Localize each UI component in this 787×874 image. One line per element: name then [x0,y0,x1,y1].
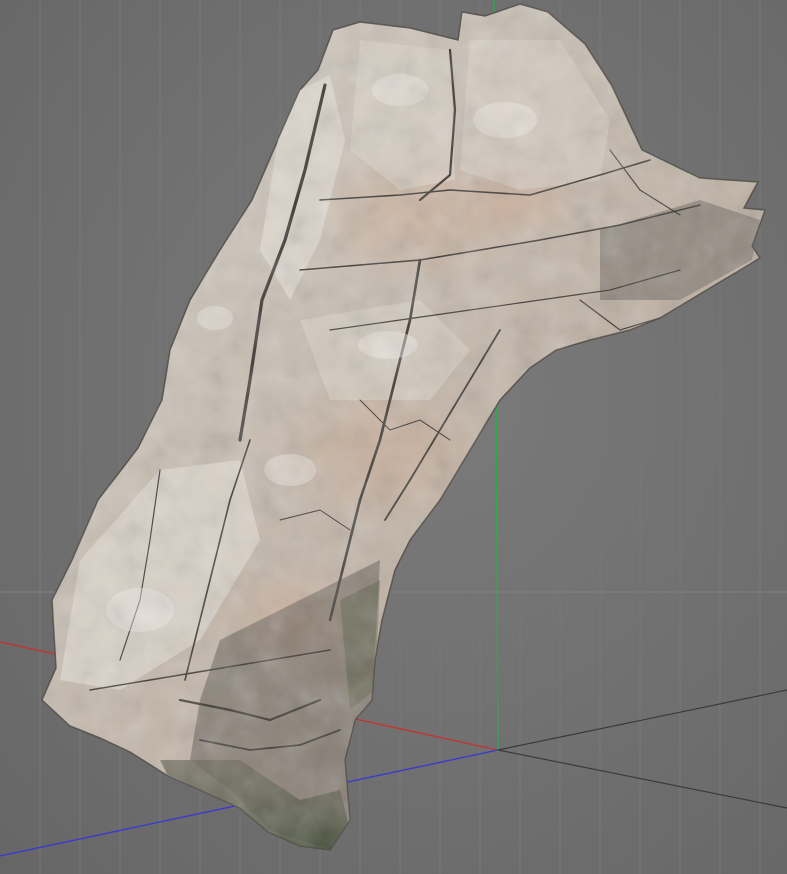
rock-mesh-model[interactable] [0,0,787,874]
3d-viewport[interactable] [0,0,787,874]
viewport-canvas[interactable] [0,0,787,874]
z-axis-negative-line [497,689,787,751]
rock-detail-layer [42,4,765,850]
x-axis-negative-line [497,749,787,809]
